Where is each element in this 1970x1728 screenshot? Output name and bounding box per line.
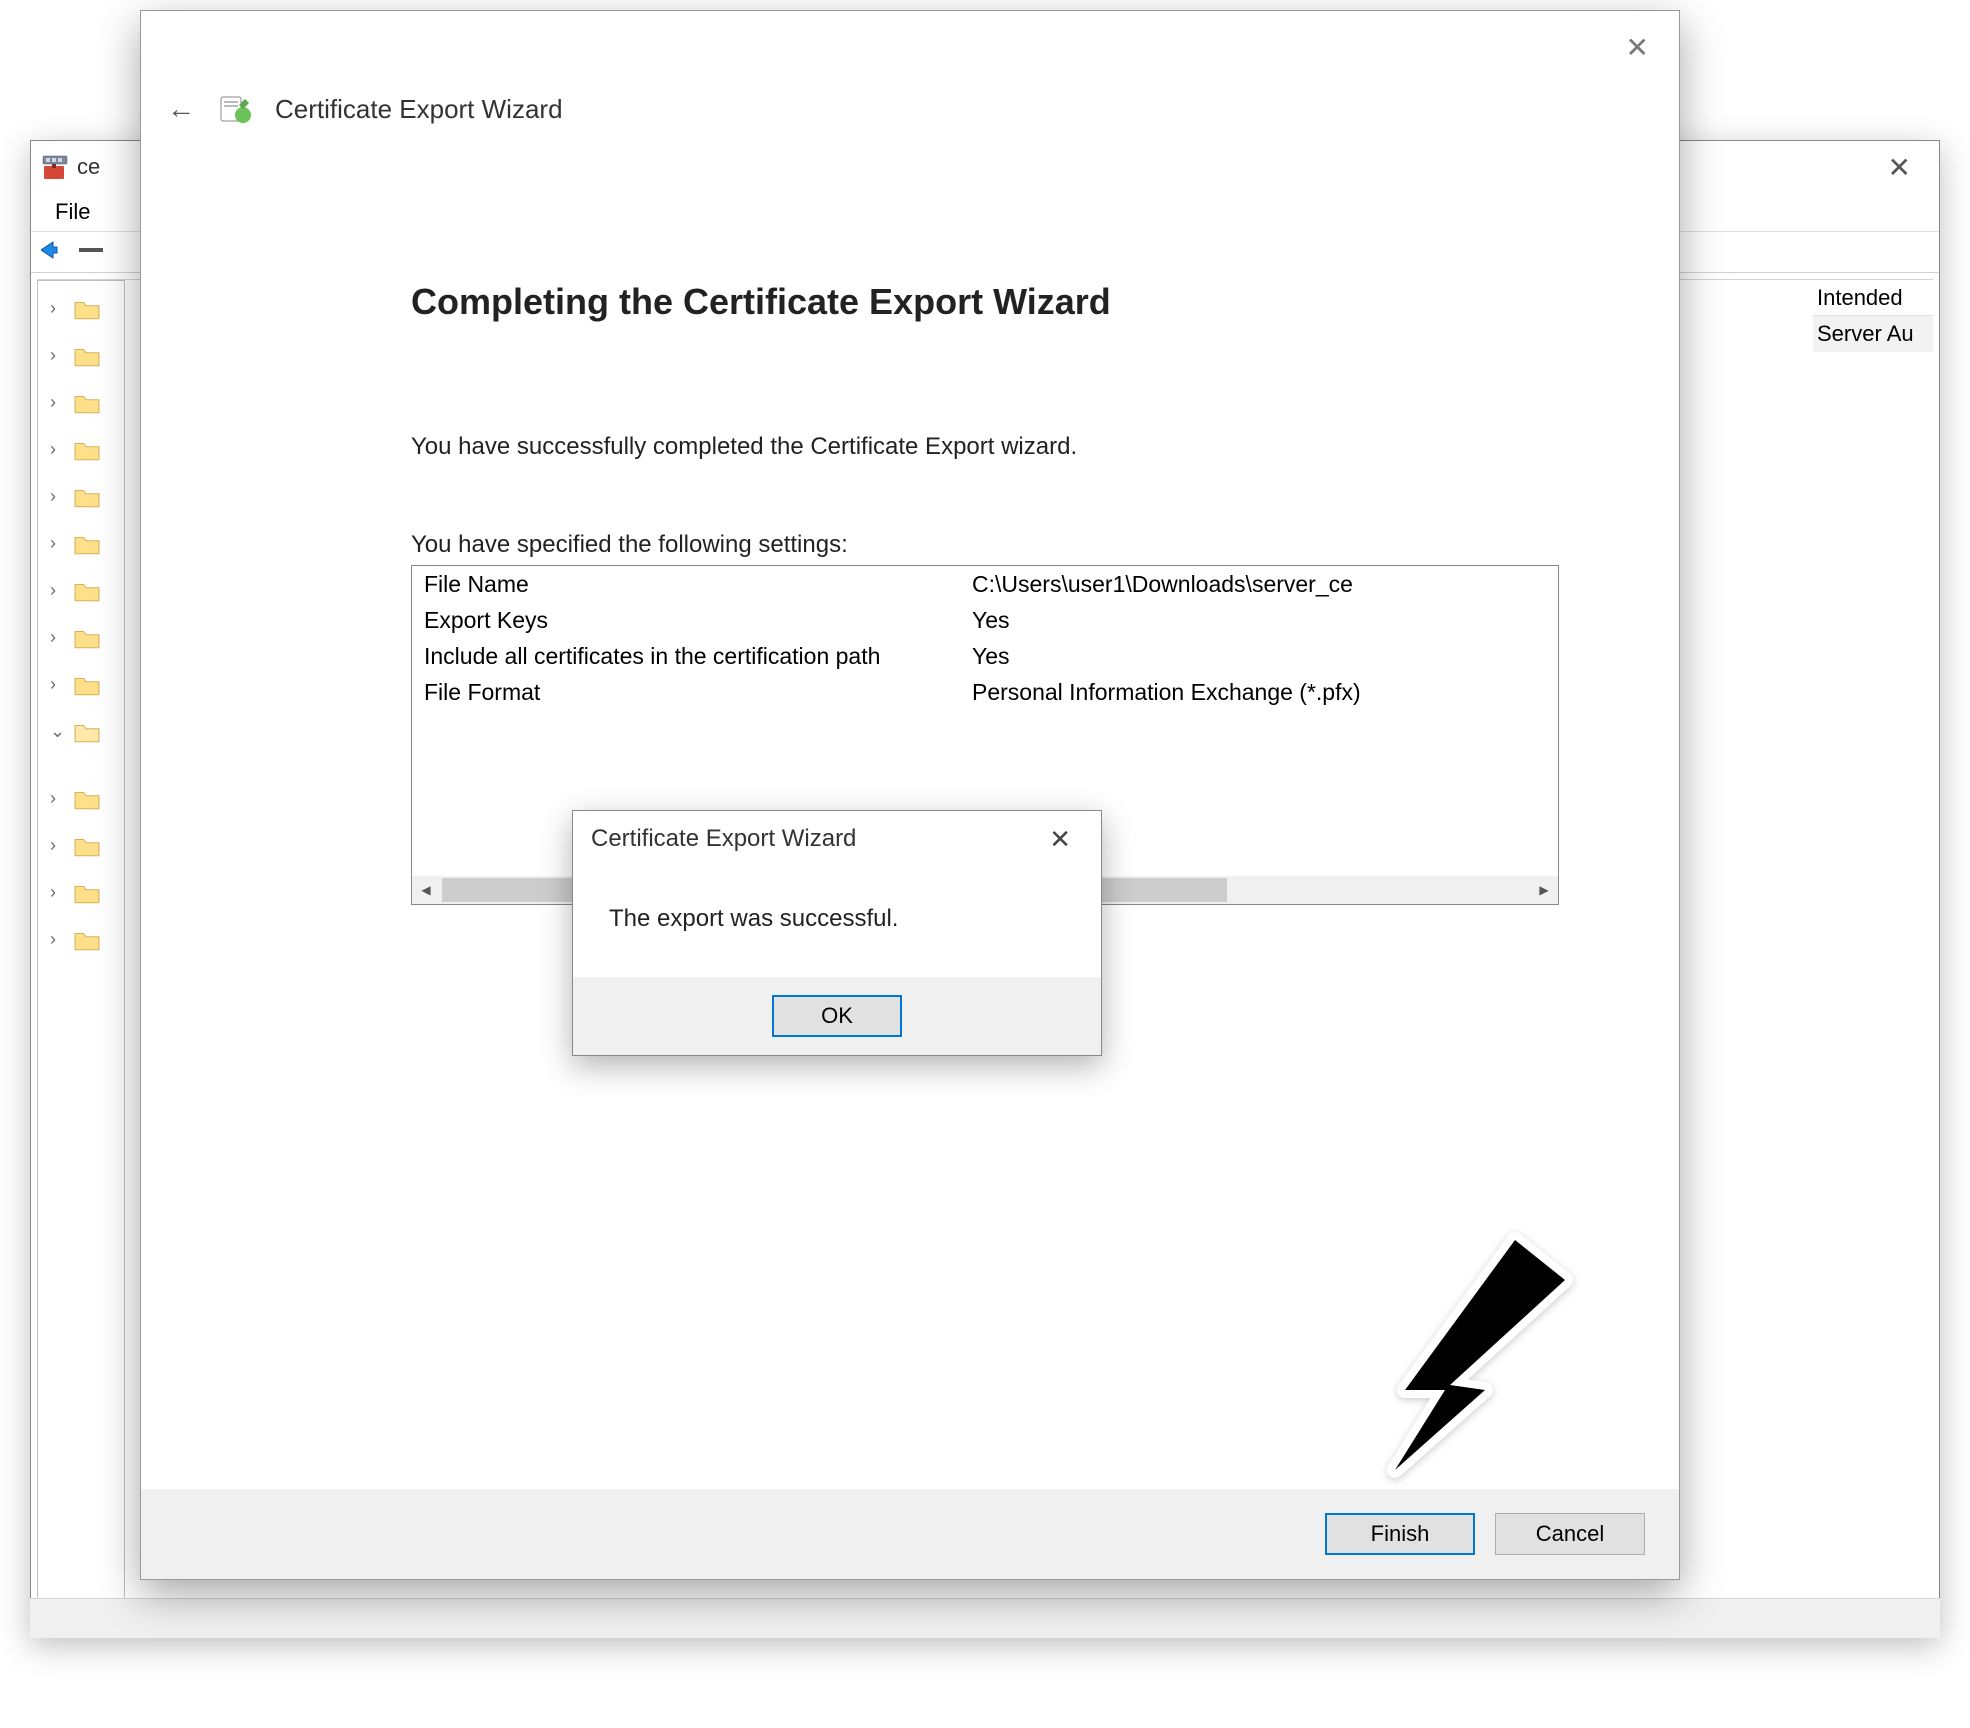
settings-value: Personal Information Exchange (*.pfx) bbox=[972, 679, 1558, 706]
settings-value: C:\Users\user1\Downloads\server_ce bbox=[972, 571, 1558, 598]
settings-key: Export Keys bbox=[412, 607, 972, 634]
menu-file[interactable]: File bbox=[41, 195, 104, 229]
folder-icon bbox=[74, 580, 100, 602]
messagebox-close-button[interactable]: ✕ bbox=[1037, 822, 1083, 857]
settings-row: File Name C:\Users\user1\Downloads\serve… bbox=[412, 566, 1558, 602]
tree-row[interactable]: › bbox=[38, 285, 124, 332]
export-success-messagebox: Certificate Export Wizard ✕ The export w… bbox=[572, 810, 1102, 1056]
toolbar-divider-icon bbox=[79, 243, 103, 261]
folder-icon bbox=[74, 929, 100, 951]
list-row[interactable]: Server Au bbox=[1813, 316, 1933, 352]
scroll-left-icon[interactable]: ◀ bbox=[412, 876, 440, 904]
settings-row: Include all certificates in the certific… bbox=[412, 638, 1558, 674]
list-column-header[interactable]: Intended bbox=[1813, 280, 1933, 316]
tree-row[interactable]: › bbox=[38, 520, 124, 567]
mmc-close-button[interactable]: ✕ bbox=[1870, 145, 1929, 190]
certificate-export-wizard-dialog: ✕ ← Certificate Export Wizard Completing… bbox=[140, 10, 1680, 1580]
wizard-heading: Completing the Certificate Export Wizard bbox=[411, 281, 1559, 323]
messagebox-footer: OK bbox=[573, 977, 1101, 1055]
wizard-close-button[interactable]: ✕ bbox=[1612, 27, 1663, 68]
wizard-footer: Finish Cancel bbox=[141, 1489, 1679, 1579]
folder-icon bbox=[74, 627, 100, 649]
settings-value: Yes bbox=[972, 643, 1558, 670]
folder-icon bbox=[74, 345, 100, 367]
cancel-button[interactable]: Cancel bbox=[1495, 1513, 1645, 1555]
scroll-right-icon[interactable]: ▶ bbox=[1530, 876, 1558, 904]
folder-icon bbox=[74, 674, 100, 696]
folder-icon bbox=[74, 392, 100, 414]
tree-row[interactable]: › bbox=[38, 332, 124, 379]
messagebox-titlebar: Certificate Export Wizard ✕ bbox=[573, 811, 1101, 867]
wizard-header: ← Certificate Export Wizard bbox=[167, 91, 563, 127]
wizard-success-text: You have successfully completed the Cert… bbox=[411, 433, 1559, 461]
wizard-icon bbox=[217, 91, 253, 127]
folder-icon bbox=[74, 882, 100, 904]
settings-key: File Name bbox=[412, 571, 972, 598]
folder-tree[interactable]: › › › › › › › › › ⌄ › › › › bbox=[38, 281, 124, 963]
settings-key: Include all certificates in the certific… bbox=[412, 643, 972, 670]
settings-row: Export Keys Yes bbox=[412, 602, 1558, 638]
tree-row[interactable]: › bbox=[38, 473, 124, 520]
tree-row[interactable]: › bbox=[38, 916, 124, 963]
folder-icon bbox=[74, 486, 100, 508]
folder-icon bbox=[74, 298, 100, 320]
tree-row[interactable]: › bbox=[38, 869, 124, 916]
tree-row[interactable]: › bbox=[38, 822, 124, 869]
list-pane: Intended Server Au ◀ ▶ bbox=[1813, 280, 1933, 1631]
settings-value: Yes bbox=[972, 607, 1558, 634]
folder-icon bbox=[74, 835, 100, 857]
tree-row[interactable]: › bbox=[38, 567, 124, 614]
tree-row[interactable]: › bbox=[38, 661, 124, 708]
folder-open-icon bbox=[74, 721, 100, 743]
wizard-title: Certificate Export Wizard bbox=[275, 94, 563, 125]
tree-row[interactable]: › bbox=[38, 614, 124, 661]
messagebox-body: The export was successful. bbox=[573, 867, 1101, 977]
settings-key: File Format bbox=[412, 679, 972, 706]
tree-row-expanded[interactable]: ⌄ bbox=[38, 708, 124, 755]
messagebox-title: Certificate Export Wizard bbox=[591, 825, 856, 853]
certificate-store-icon bbox=[41, 153, 69, 181]
wizard-back-button[interactable]: ← bbox=[167, 93, 195, 125]
ok-button[interactable]: OK bbox=[772, 995, 902, 1037]
mmc-statusbar bbox=[30, 1598, 1940, 1638]
folder-tree-pane: › › › › › › › › › ⌄ › › › › ◀ ▶ bbox=[37, 280, 125, 1631]
folder-icon bbox=[74, 788, 100, 810]
tree-row[interactable]: › bbox=[38, 775, 124, 822]
tree-row[interactable]: › bbox=[38, 426, 124, 473]
wizard-settings-label: You have specified the following setting… bbox=[411, 531, 1559, 559]
folder-icon bbox=[74, 439, 100, 461]
finish-button[interactable]: Finish bbox=[1325, 1513, 1475, 1555]
tree-row[interactable]: › bbox=[38, 379, 124, 426]
back-arrow-icon[interactable] bbox=[41, 240, 69, 265]
settings-row: File Format Personal Information Exchang… bbox=[412, 674, 1558, 710]
folder-icon bbox=[74, 533, 100, 555]
